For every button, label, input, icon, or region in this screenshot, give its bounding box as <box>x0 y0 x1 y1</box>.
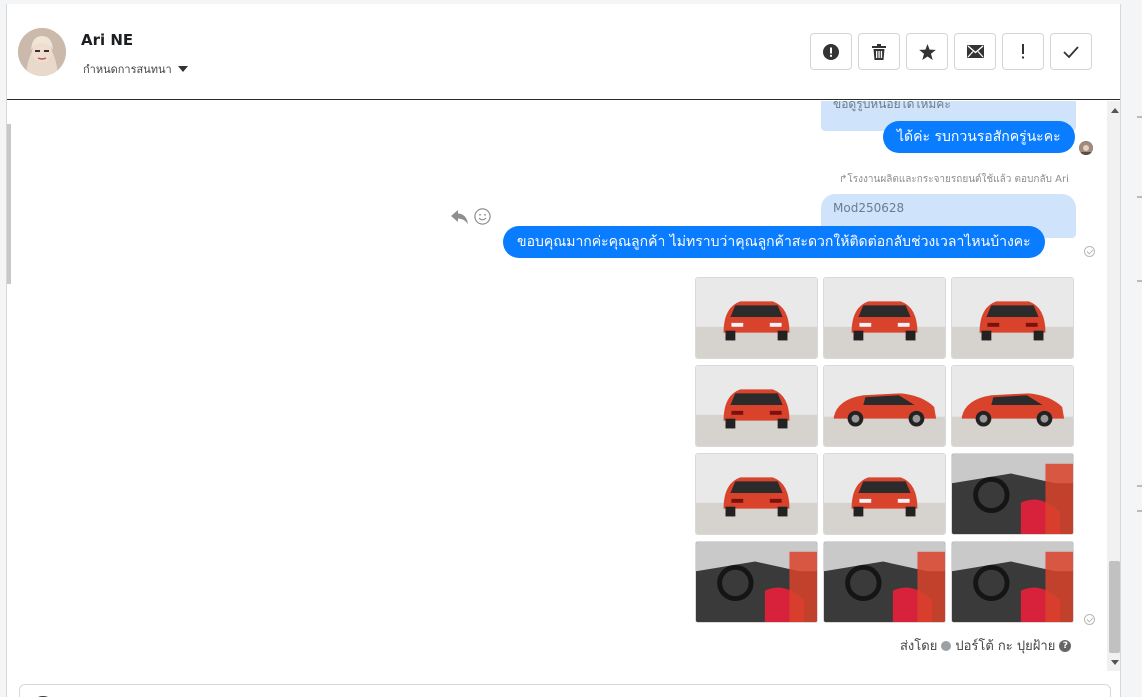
page-edge <box>1122 0 1142 697</box>
photo-thumbnail[interactable] <box>951 365 1074 447</box>
alert-circle-icon <box>823 43 839 60</box>
help-icon[interactable]: ? <box>1059 639 1072 652</box>
important-button[interactable] <box>1002 33 1044 70</box>
photo-thumbnail[interactable] <box>695 365 818 447</box>
delete-button[interactable] <box>858 33 900 70</box>
sent-by-line: ส่งโดย ปอร์โต้ กะ ปุยฝ้าย ? <box>900 635 1072 656</box>
emoji-reaction-icon[interactable] <box>474 208 491 225</box>
photo-thumbnail[interactable] <box>823 365 946 447</box>
scroll-thumb[interactable] <box>1109 561 1120 653</box>
message-actions <box>451 208 491 225</box>
done-button[interactable] <box>1050 33 1092 70</box>
scroll-up-arrow-icon[interactable] <box>1111 108 1119 113</box>
message-thread: ขอดูรูปหน่อยได้ไหมคะ ได้ค่ะ รบกวนรอสักคร… <box>7 101 1107 671</box>
reply-label-text: โรงงานผลิตและกระจายรถยนต์ใช้แล้ว ตอบกลับ… <box>847 174 1069 185</box>
seen-avatar-image <box>1079 142 1093 155</box>
message-text: ได้ค่ะ รบกวนรอสักครู่นะคะ <box>897 129 1061 145</box>
message-bubble[interactable]: ขอบคุณมากค่ะคุณลูกค้า ไม่ทราบว่าคุณลูกค้… <box>503 226 1045 258</box>
sent-by-label: ส่งโดย <box>900 639 938 654</box>
caret-down-icon <box>177 66 188 72</box>
edge-tick <box>1137 485 1142 487</box>
trash-icon <box>872 43 886 60</box>
reply-icon[interactable] <box>451 209 468 224</box>
quoted-text: Mod250628 <box>833 201 905 215</box>
delivered-check-icon <box>1084 614 1095 625</box>
photo-thumbnail[interactable] <box>823 541 946 623</box>
message-bubble[interactable]: ได้ค่ะ รบกวนรอสักครู่นะคะ <box>883 121 1075 153</box>
exclamation-icon <box>1022 44 1024 59</box>
thread-scrollbar[interactable] <box>1107 101 1120 671</box>
seen-avatar <box>1079 141 1093 155</box>
edge-tick <box>1137 116 1142 118</box>
conversation-setting-label: กำหนดการสนทนา <box>83 63 172 76</box>
scroll-down-arrow-icon[interactable] <box>1111 660 1119 665</box>
sent-by-name: ปอร์โต้ กะ ปุยฝ้าย <box>955 639 1056 654</box>
photo-grid <box>695 277 1076 623</box>
photo-thumbnail[interactable] <box>695 277 818 359</box>
contact-name: Ari NE <box>81 31 134 49</box>
contact-avatar[interactable] <box>18 28 66 76</box>
conversation-setting-dropdown[interactable]: กำหนดการสนทนา <box>83 60 188 78</box>
verified-check-icon <box>941 640 952 651</box>
photo-thumbnail[interactable] <box>951 277 1074 359</box>
spam-button[interactable] <box>810 33 852 70</box>
header-toolbar <box>810 33 1092 70</box>
photo-thumbnail[interactable] <box>823 453 946 535</box>
photo-thumbnail[interactable] <box>951 541 1074 623</box>
edge-tick <box>1137 510 1142 512</box>
envelope-icon <box>966 45 984 58</box>
conversation-header: Ari NE กำหนดการสนทนา <box>7 4 1120 100</box>
message-composer[interactable] <box>19 684 1111 697</box>
photo-thumbnail[interactable] <box>951 453 1074 535</box>
check-icon <box>1063 45 1079 58</box>
edge-tick <box>1137 280 1142 282</box>
reply-label: ↱โรงงานผลิตและกระจายรถยนต์ใช้แล้ว ตอบกลั… <box>839 172 1069 187</box>
quoted-text: ขอดูรูปหน่อยได้ไหมคะ <box>833 101 951 111</box>
edge-tick <box>1137 196 1142 198</box>
mark-unread-button[interactable] <box>954 33 996 70</box>
delivered-check-icon <box>1084 246 1095 257</box>
star-icon <box>918 43 936 60</box>
photo-thumbnail[interactable] <box>823 277 946 359</box>
photo-thumbnail[interactable] <box>695 453 818 535</box>
star-button[interactable] <box>906 33 948 70</box>
avatar-image <box>18 28 66 76</box>
photo-thumbnail[interactable] <box>695 541 818 623</box>
messenger-panel: Ari NE กำหนดการสนทนา ขอดูรูปหน่อยได้ไหมค… <box>6 4 1121 697</box>
message-text: ขอบคุณมากค่ะคุณลูกค้า ไม่ทราบว่าคุณลูกค้… <box>517 234 1031 250</box>
